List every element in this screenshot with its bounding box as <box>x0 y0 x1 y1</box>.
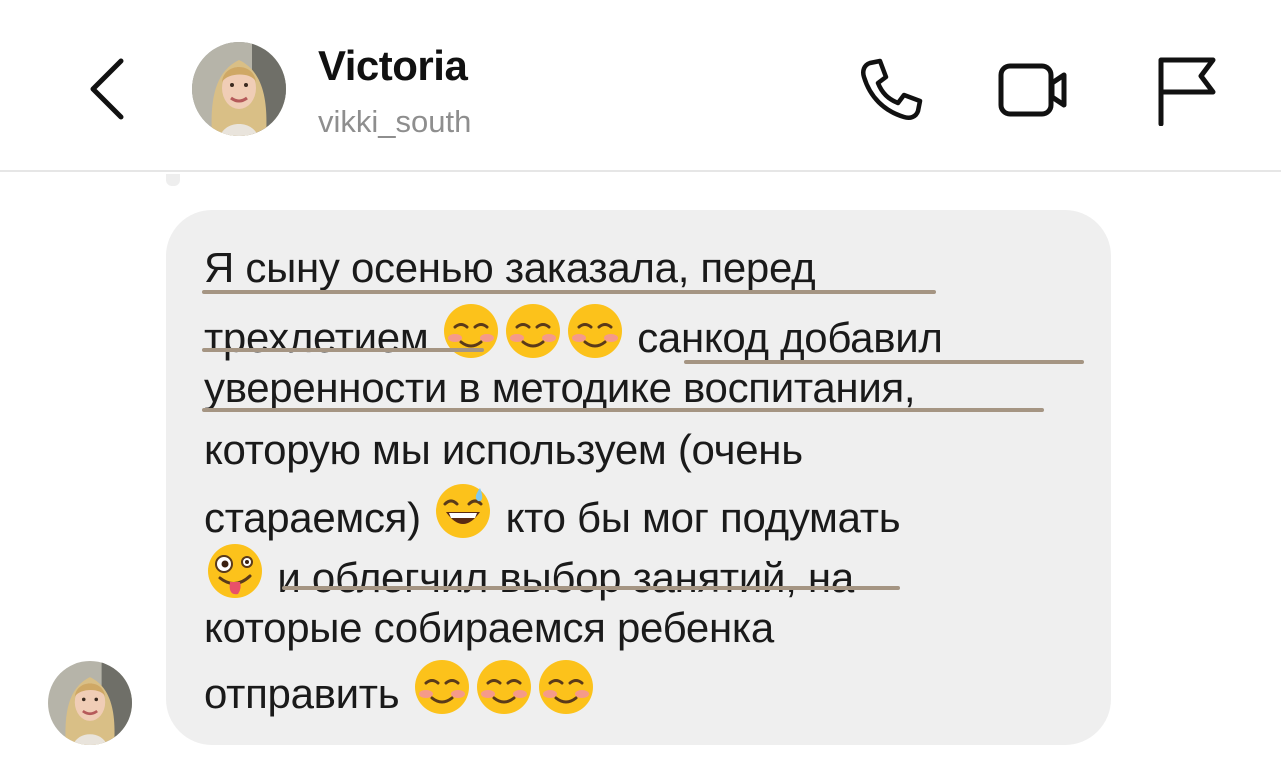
smiling-face-icon <box>537 658 595 728</box>
highlight-underline <box>202 348 484 352</box>
message-text: кто бы мог подумать <box>505 494 901 541</box>
message-line: уверенности в методике воспитания, <box>204 362 916 414</box>
avatar-image <box>48 661 132 745</box>
message-text: которые собираемся ребенка <box>204 604 774 651</box>
message-line: отправить <box>204 658 597 728</box>
back-button[interactable] <box>82 56 132 122</box>
highlight-underline <box>202 290 936 294</box>
call-button[interactable] <box>853 52 929 128</box>
chevron-left-icon <box>90 58 124 120</box>
chat-screen: Victoria vikki_south Я сыну осенью заказ… <box>0 0 1281 782</box>
message-text: уверенности в методике воспитания, <box>204 364 916 411</box>
scroll-indicator <box>166 174 180 186</box>
message-text: и облегчил выбор занятий, на <box>277 554 854 601</box>
report-button[interactable] <box>1146 52 1222 128</box>
message-line: Я сыну осенью заказала, перед <box>204 242 816 294</box>
message-text: которую мы используем (очень <box>204 426 803 473</box>
message-text: трехлетием <box>204 314 429 361</box>
message-line: которые собираемся ребенка <box>204 602 774 654</box>
chat-header: Victoria vikki_south <box>0 0 1281 172</box>
video-camera-icon <box>998 63 1067 117</box>
video-call-button[interactable] <box>996 52 1072 128</box>
highlight-underline <box>282 586 900 590</box>
highlight-underline <box>202 408 1044 412</box>
contact-name[interactable]: Victoria <box>318 42 468 90</box>
message-text: санкод добавил <box>637 314 943 361</box>
message-text: отправить <box>204 670 400 717</box>
header-avatar[interactable] <box>192 42 286 136</box>
smiling-face-icon <box>475 658 533 728</box>
header-divider <box>0 170 1281 172</box>
sender-avatar[interactable] <box>48 661 132 745</box>
flag-icon <box>1158 57 1216 126</box>
message-text: стараемся) <box>204 494 421 541</box>
message-line: которую мы используем (очень <box>204 424 803 476</box>
contact-username: vikki_south <box>318 104 472 139</box>
message-text: Я сыну осенью заказала, перед <box>204 244 816 291</box>
avatar-image <box>192 42 286 136</box>
smiling-face-icon <box>413 658 471 728</box>
phone-icon <box>861 58 923 120</box>
